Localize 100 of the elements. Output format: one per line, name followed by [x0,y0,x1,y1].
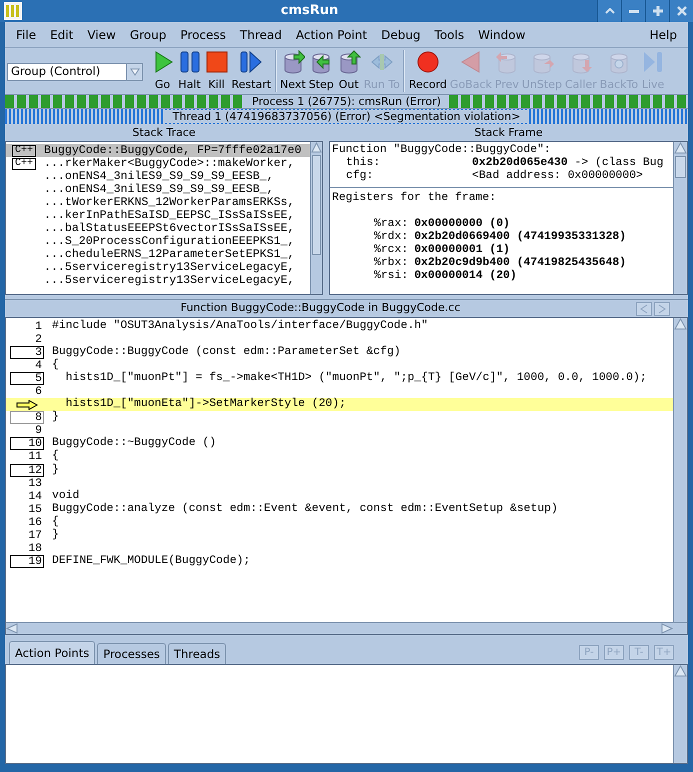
code-line: DEFINE_FWK_MODULE(BuggyCode); [51,554,250,568]
toolbar-button[interactable]: Next [278,48,308,94]
menu-item[interactable]: Action Point [290,26,372,44]
group-dropdown[interactable]: Group (Control) [7,63,143,81]
line-number[interactable]: 2 [10,333,44,346]
line-number[interactable]: 8 [10,411,44,424]
line-number[interactable]: 16 [10,516,44,529]
menu-item[interactable]: Thread [234,26,287,44]
variable-name: this: [345,157,382,170]
line-number[interactable]: 9 [10,424,44,438]
line-number[interactable]: 10 [10,437,44,450]
scroll-thumb[interactable] [675,156,686,178]
stack-frame-row[interactable]: ...cheduleERNS_12ParameterSetEPKS1_, [6,248,310,261]
line-number[interactable]: 17 [10,528,44,542]
tab[interactable]: Processes [97,643,166,664]
register-value: 0x2b20d0669400 (47419935331328) [414,231,626,244]
line-number[interactable]: 12 [10,464,44,477]
collapse-button[interactable] [597,0,621,22]
scroll-up-icon [674,665,687,677]
stop-icon [204,50,228,74]
variable-value: 0x2b20d065e430 -> (class Bug [472,157,664,170]
menu-item[interactable]: File [11,26,42,44]
toolbar-button[interactable]: Out [335,48,362,94]
variable-value: <Bad address: 0x00000000> [472,170,643,183]
panel-title: Stack Trace [131,125,197,141]
toolbar-button[interactable]: Halt [176,48,203,94]
line-number[interactable]: 15 [10,502,44,516]
code-line: hists1D_["muonEta"]->SetMarkerStyle (20); [64,398,346,412]
menu-item[interactable]: Group [124,26,172,44]
code-line: } [51,411,59,424]
line-number[interactable]: 18 [10,542,44,555]
code-line: void [51,490,80,502]
dropdown-arrow-icon [130,68,140,76]
code-line: { [51,516,59,528]
horizontal-scrollbar[interactable] [6,622,687,634]
menu-item[interactable]: Window [473,26,530,44]
app-icon [4,2,22,20]
code-line: { [51,450,59,464]
plus-icon [652,6,662,16]
line-number[interactable]: 6 [10,385,44,398]
scroll-thumb[interactable] [312,155,321,255]
vertical-scrollbar[interactable] [673,318,687,622]
menu-item[interactable]: Process [175,26,231,44]
line-number[interactable]: 11 [10,450,44,464]
stack-frame-row[interactable]: ...kerInPathESaISD_EEPSC_ISsSaISsEE, [6,209,310,222]
code-line: } [51,528,59,542]
menu-item[interactable]: Tools [430,26,470,44]
scroll-up-icon [674,318,687,330]
function-name: Function "BuggyCode::BuggyCode": [332,144,552,156]
register-name: %rsi: [374,270,410,283]
stack-frame-row[interactable]: ...5serviceregistry13ServiceLegacyE, [6,261,310,274]
code-line: BuggyCode::~BuggyCode () [51,437,216,450]
code-line: { [51,359,59,372]
vertical-scrollbar[interactable] [673,665,687,763]
tab[interactable]: Threads [168,643,226,664]
line-number[interactable]: 1 [10,320,44,334]
stack-frame-row[interactable]: ...onENS4_3nilES9_S9_S9_S9_EESB_, [6,183,310,196]
register-value: 0x00000014 (20) [414,270,517,283]
line-number[interactable]: 4 [10,359,44,372]
menu-item[interactable]: Debug [376,26,426,44]
minimize-button[interactable] [621,0,645,22]
toolbar-button[interactable]: Go [149,48,176,94]
scroll-up-icon [311,142,322,153]
line-number[interactable]: 13 [10,476,44,490]
minimize-icon [628,10,638,12]
code-line: hists1D_["muonPt"] = fs_->make<TH1D> ("muonPt", ";p_{T} [GeV/c]", 1000, 0.0, 1000.0); [64,372,647,386]
window-title: cmsRun [280,2,340,20]
line-number[interactable]: 19 [10,554,44,568]
stack-frame-row[interactable]: ...tWorkerERKNS_12WorkerParamsERKSs, [6,196,310,209]
variable-name: cfg: [345,170,374,183]
register-value: 0x00000000 (0) [414,218,510,230]
line-number[interactable]: 5 [10,372,44,386]
stack-frame-row[interactable]: ...S_20ProcessConfigurationEEEPKS1_, [6,235,310,248]
toolbar-button[interactable]: Kill [203,48,230,94]
line-number[interactable]: 3 [10,346,44,360]
toolbar-button[interactable]: Record [407,48,448,94]
restart-icon [239,50,264,74]
scroll-up-icon [674,142,687,154]
close-icon [676,6,686,16]
vertical-scrollbar[interactable] [673,142,687,294]
line-number[interactable]: 14 [10,490,44,503]
thread-status: Thread 1 (47419683737056) (Error) <Segmentation violation> [164,110,528,123]
menu-item[interactable]: Help [644,26,682,44]
vertical-scrollbar[interactable] [310,142,322,294]
menu-item[interactable]: Edit [45,26,78,44]
caret-up-icon [604,8,614,14]
stack-frame-row[interactable]: ...onENS4_3nilES9_S9_S9_S9_EESB_, [6,170,310,183]
close-button[interactable] [669,0,693,22]
maximize-button[interactable] [645,0,669,22]
stack-frame-row[interactable]: ...5serviceregistry13ServiceLegacyE, [6,274,310,287]
register-value: 0x2b20c9d9b400 (47419825435648) [414,257,626,270]
stack-frame-row[interactable]: ...balStatusEEEPSt6vectorISsSaISsEE, [6,222,310,235]
tab[interactable]: Action Points [9,641,96,664]
code-line: #include "OSUT3Analysis/AnaTools/interface/BuggyCode.h" [51,320,428,334]
toolbar-button[interactable]: Step [307,48,336,94]
process-status: Process 1 (26775): cmsRun (Error) [244,95,449,108]
code-line: } [51,464,59,477]
register-name: %rax: [374,218,410,230]
toolbar-button[interactable]: Restart [230,48,273,94]
menu-item[interactable]: View [82,26,121,44]
